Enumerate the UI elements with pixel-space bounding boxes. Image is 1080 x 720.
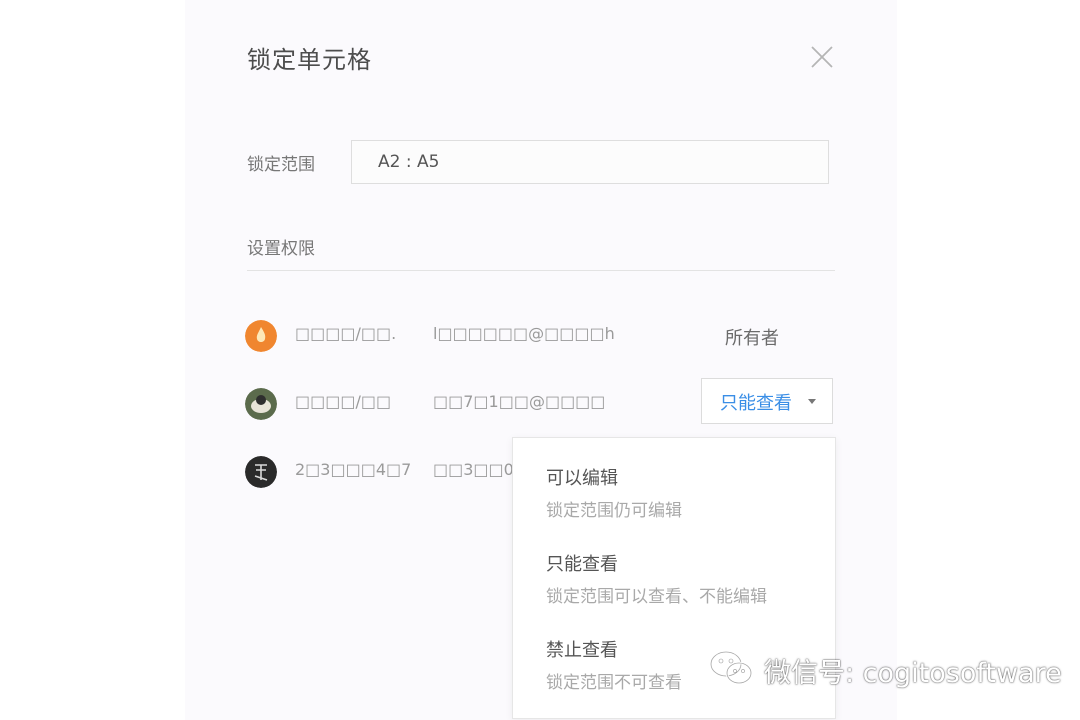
user-email: l□□□□□□@□□□□h — [433, 324, 615, 343]
permission-select-value: 只能查看 — [720, 393, 792, 414]
divider — [247, 270, 835, 271]
close-icon[interactable] — [809, 44, 835, 70]
menu-item-desc: 锁定范围可以查看、不能编辑 — [546, 587, 767, 607]
chevron-down-icon — [808, 399, 816, 404]
menu-item-desc: 锁定范围不可查看 — [546, 673, 682, 693]
permission-select[interactable]: 只能查看 — [701, 378, 833, 424]
owner-role: 所有者 — [725, 328, 779, 349]
user-name: □□□□/□□. — [295, 324, 397, 343]
dialog-title: 锁定单元格 — [247, 46, 372, 74]
range-input[interactable] — [351, 140, 829, 184]
user-email: □□7□1□□@□□□□ — [433, 392, 606, 411]
photo-avatar — [245, 388, 277, 420]
user-row-viewer: □□□□/□□ □□7□1□□@□□□□ 只能查看 — [245, 378, 845, 424]
watermark: 微信号: cogitosoftware — [708, 648, 1062, 692]
user-name: □□□□/□□ — [295, 392, 392, 411]
lock-cells-dialog: 锁定单元格 锁定范围 设置权限 □□□□/□□. l□□□□□□@□□□□h 所… — [185, 0, 897, 720]
wechat-icon — [708, 648, 756, 692]
menu-item-title: 只能查看 — [546, 554, 618, 575]
permissions-label: 设置权限 — [247, 239, 315, 259]
user-row-owner: □□□□/□□. l□□□□□□@□□□□h 所有者 — [245, 316, 845, 356]
user-name: 2□3□□□4□7 — [295, 460, 412, 479]
range-label: 锁定范围 — [247, 155, 315, 175]
watermark-text: 微信号: cogitosoftware — [764, 657, 1062, 689]
menu-item-view-only[interactable]: 只能查看 锁定范围可以查看、不能编辑 — [513, 550, 835, 630]
flame-avatar — [245, 320, 277, 352]
calligraphy-avatar — [245, 456, 277, 488]
menu-item-title: 可以编辑 — [546, 468, 618, 489]
menu-item-can-edit[interactable]: 可以编辑 锁定范围仍可编辑 — [513, 464, 835, 544]
menu-item-desc: 锁定范围仍可编辑 — [546, 501, 682, 521]
menu-item-title: 禁止查看 — [546, 640, 618, 661]
